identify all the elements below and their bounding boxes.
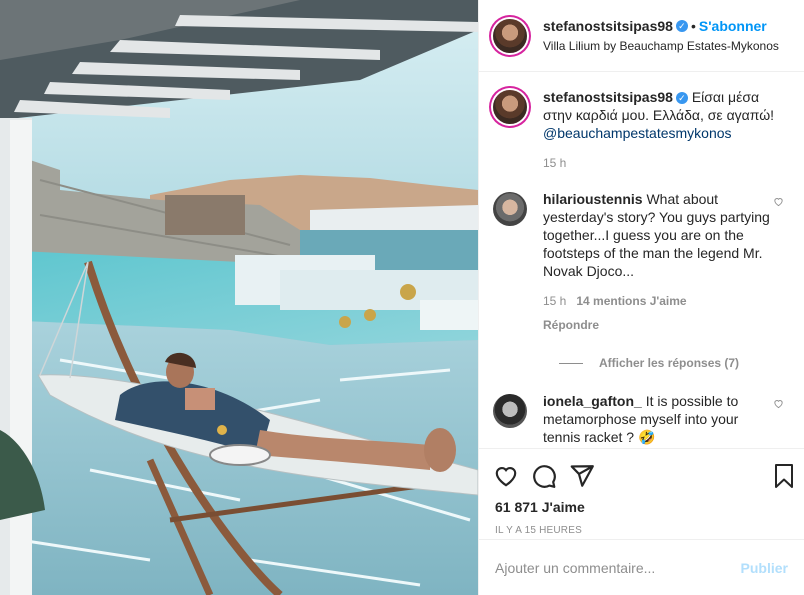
comment-likes[interactable]: 14 mentions J'aime bbox=[576, 294, 686, 308]
comment-username[interactable]: ionela_gafton_ bbox=[543, 393, 642, 409]
comment-username[interactable]: hilarioustennis bbox=[543, 191, 643, 207]
comment-body: hilarioustennis What about yesterday's s… bbox=[543, 190, 779, 334]
follow-button[interactable]: S'abonner bbox=[699, 18, 767, 34]
post-side-panel: stefanostsitsipas98 ✓ • S'abonner Villa Lil… bbox=[478, 0, 804, 595]
view-replies-label: Afficher les réponses (7) bbox=[599, 356, 740, 370]
likes-count[interactable]: 61 871 J'aime bbox=[479, 491, 804, 515]
comment-item: hilarioustennis What about yesterday's s… bbox=[493, 190, 788, 334]
instagram-post: stefanostsitsipas98 ✓ • S'abonner Villa Lil… bbox=[0, 0, 804, 595]
comment-avatar[interactable] bbox=[493, 192, 527, 226]
comment-time[interactable]: 15 h bbox=[543, 294, 566, 308]
caption-body: stefanostsitsipas98 ✓ Είσαι μέσα στην καρ… bbox=[543, 88, 779, 172]
replies-divider bbox=[559, 362, 583, 364]
view-replies-button[interactable]: Afficher les réponses (7) bbox=[559, 356, 788, 370]
header-separator: • bbox=[690, 17, 696, 34]
post-photo[interactable] bbox=[0, 0, 478, 595]
comment-avatar[interactable] bbox=[493, 394, 527, 428]
reply-button[interactable]: Répondre bbox=[543, 316, 779, 334]
caption: stefanostsitsipas98 ✓ Είσαι μέσα στην καρ… bbox=[493, 88, 788, 172]
author-avatar[interactable] bbox=[493, 18, 527, 53]
heart-icon[interactable] bbox=[493, 463, 519, 489]
caption-username[interactable]: stefanostsitsipas98 bbox=[543, 89, 673, 105]
comment-meta: 15 h 14 mentions J'aime Répondre bbox=[543, 292, 779, 334]
comment-input[interactable]: Ajouter un commentaire... bbox=[495, 560, 741, 576]
comment-like-heart-icon[interactable] bbox=[773, 196, 784, 207]
verified-badge-icon: ✓ bbox=[675, 92, 688, 105]
author-username[interactable]: stefanostsitsipas98 bbox=[543, 18, 673, 34]
comment-like-heart-icon[interactable] bbox=[773, 398, 784, 409]
add-comment-bar: Ajouter un commentaire... Publier bbox=[479, 539, 804, 595]
location-link[interactable]: Villa Lilium by Beauchamp Estates-Mykono… bbox=[543, 38, 779, 54]
comment-icon[interactable] bbox=[531, 463, 557, 489]
share-icon[interactable] bbox=[569, 463, 595, 489]
post-timestamp[interactable]: IL Y A 15 HEURES bbox=[479, 515, 804, 536]
comment-item: ionela_gafton_ It is possible to metamor… bbox=[493, 392, 788, 446]
comment-body: ionela_gafton_ It is possible to metamor… bbox=[543, 392, 779, 446]
verified-badge-icon: ✓ bbox=[675, 20, 688, 33]
caption-avatar[interactable] bbox=[493, 90, 527, 124]
header-text: stefanostsitsipas98 ✓ • S'abonner Villa Lil… bbox=[543, 18, 779, 54]
action-icons bbox=[479, 449, 804, 491]
caption-mention-link[interactable]: @beauchampestatesmykonos bbox=[543, 125, 732, 141]
publish-button[interactable]: Publier bbox=[741, 560, 788, 576]
bookmark-icon[interactable] bbox=[772, 463, 796, 489]
post-actions: 61 871 J'aime IL Y A 15 HEURES Ajouter u… bbox=[479, 448, 804, 595]
comments-list[interactable]: stefanostsitsipas98 ✓ Είσαι μέσα στην καρ… bbox=[479, 72, 804, 448]
caption-time[interactable]: 15 h bbox=[543, 154, 779, 172]
photo-hammock-by-pool bbox=[0, 0, 478, 595]
post-header: stefanostsitsipas98 ✓ • S'abonner Villa Lil… bbox=[479, 0, 804, 72]
